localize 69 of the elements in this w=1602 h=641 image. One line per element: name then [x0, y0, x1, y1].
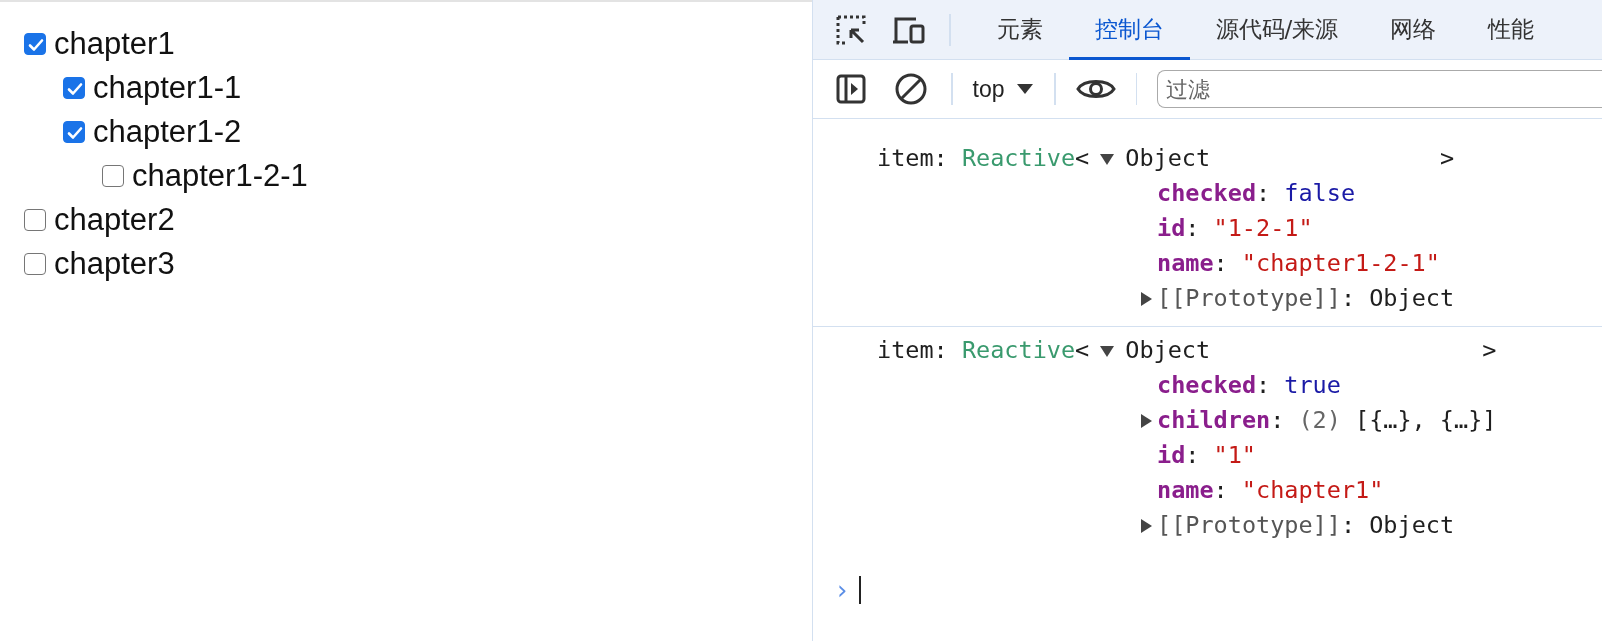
property-key: checked	[1157, 368, 1257, 403]
property-key: id	[1157, 438, 1186, 473]
property-key: [[Prototype]]	[1157, 508, 1341, 543]
devtools-tab[interactable]: 网络	[1364, 1, 1463, 60]
colon: :	[1256, 178, 1271, 209]
colon: :	[1185, 440, 1200, 471]
caret-icon	[1016, 83, 1035, 95]
checkbox-label: chapter3	[54, 246, 175, 282]
angle-bracket: >	[1438, 143, 1455, 174]
array-count: (2)	[1298, 405, 1341, 436]
property-key: checked	[1157, 176, 1257, 211]
colon: :	[1340, 510, 1356, 541]
angle-bracket: >	[1481, 335, 1497, 366]
type-name: Reactive	[961, 143, 1076, 174]
checkbox[interactable]	[63, 121, 85, 143]
expanded-triangle-icon[interactable]	[1099, 343, 1116, 358]
colon: :	[1213, 248, 1228, 279]
colon: :	[1256, 370, 1271, 401]
property-key: [[Prototype]]	[1157, 281, 1341, 316]
checkbox[interactable]	[24, 33, 46, 55]
expanded-triangle-icon[interactable]	[1099, 151, 1116, 166]
expand-triangle-icon[interactable]	[1138, 412, 1153, 429]
angle-bracket: <	[1075, 335, 1090, 366]
checkbox-label: chapter2	[54, 202, 175, 238]
checkbox[interactable]	[102, 165, 124, 187]
colon: :	[1213, 475, 1228, 506]
log-label: item:	[877, 143, 949, 174]
property-value: "1-2-1"	[1213, 213, 1313, 244]
prompt-chevron: ›	[837, 575, 848, 605]
checkbox[interactable]	[24, 253, 46, 275]
devtools-tab[interactable]: 源代码/来源	[1189, 1, 1365, 60]
text-cursor	[859, 576, 862, 604]
property-key: children	[1157, 403, 1271, 438]
type-name: Reactive	[961, 335, 1076, 366]
property-value: "chapter1-2-1"	[1241, 248, 1440, 279]
filter-field[interactable]: 过滤	[1157, 70, 1602, 108]
checkbox-label: chapter1-1	[93, 70, 242, 106]
property-value: Object	[1369, 283, 1455, 314]
property-value: Object	[1369, 510, 1455, 541]
property-value: false	[1284, 178, 1356, 209]
checkbox-label: chapter1-2-1	[132, 158, 308, 194]
device-toolbar-icon[interactable]	[892, 15, 926, 44]
property-value: "1"	[1213, 440, 1256, 471]
devtools-tab[interactable]: 性能	[1462, 1, 1561, 60]
checkbox-label: chapter1	[54, 26, 175, 62]
inspect-element-icon[interactable]	[835, 13, 867, 46]
colon: :	[1270, 405, 1285, 436]
property-key: name	[1157, 246, 1214, 281]
checkbox[interactable]	[63, 77, 85, 99]
checkbox[interactable]	[24, 209, 46, 231]
colon: :	[1340, 283, 1356, 314]
clear-console-icon[interactable]	[895, 73, 927, 105]
expand-triangle-icon[interactable]	[1138, 290, 1153, 307]
object-summary: Object	[1125, 335, 1211, 366]
log-label: item:	[877, 335, 949, 366]
context-dropdown[interactable]: top	[972, 75, 1035, 103]
property-value: [{…}, {…}]	[1355, 405, 1497, 436]
property-key: id	[1157, 211, 1186, 246]
devtools-tab[interactable]: 控制台	[1068, 1, 1190, 60]
property-value: "chapter1"	[1241, 475, 1384, 506]
devtools-tab[interactable]: 元素	[970, 1, 1069, 60]
colon: :	[1185, 213, 1200, 244]
checkbox-label: chapter1-2	[93, 114, 242, 150]
property-value: true	[1284, 370, 1341, 401]
sidebar-toggle-icon[interactable]	[836, 74, 866, 104]
object-summary: Object	[1125, 143, 1211, 174]
property-key: name	[1157, 473, 1214, 508]
expand-triangle-icon[interactable]	[1138, 517, 1153, 534]
angle-bracket: <	[1075, 143, 1090, 174]
